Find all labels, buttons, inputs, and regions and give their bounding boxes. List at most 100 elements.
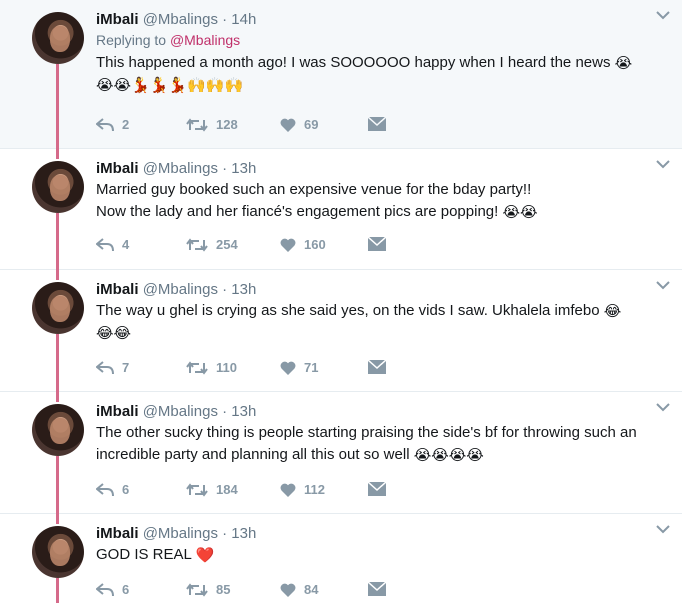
tweet-content: iMbali @Mbalings · 13h The way u ghel is… (96, 280, 662, 344)
display-name[interactable]: iMbali (96, 281, 139, 298)
tweet[interactable]: iMbali @Mbalings · 14h Replying to @Mbal… (0, 0, 682, 149)
reply-button[interactable]: 6 (96, 582, 129, 597)
timestamp[interactable]: 13h (231, 281, 256, 298)
like-button[interactable]: 84 (280, 582, 318, 597)
tweet-text: This happened a month ago! I was SOOOOOO… (96, 52, 666, 96)
emoji: 😭😭 (502, 204, 538, 221)
user-handle[interactable]: @Mbalings (143, 403, 218, 420)
tweet-header: iMbali @Mbalings · 13h (96, 402, 662, 422)
retweet-icon (186, 117, 208, 132)
tweet-content: iMbali @Mbalings · 13h GOD IS REAL ❤️ (96, 524, 662, 566)
reply-count: 2 (122, 117, 130, 132)
avatar[interactable] (32, 526, 84, 578)
like-button[interactable]: 160 (280, 237, 326, 252)
tweet-text-line: The way u ghel is crying as she said yes… (96, 302, 600, 319)
like-button[interactable]: 69 (280, 117, 318, 132)
thread-line (56, 392, 59, 402)
separator-dot: · (222, 11, 228, 28)
thread-line (56, 578, 59, 603)
tweet[interactable]: iMbali @Mbalings · 13h GOD IS REAL ❤️ 6 … (0, 514, 682, 603)
direct-message-button[interactable] (368, 237, 386, 251)
heart-icon (280, 238, 296, 252)
reply-count: 6 (122, 482, 130, 497)
direct-message-button[interactable] (368, 117, 386, 131)
tweet[interactable]: iMbali @Mbalings · 13h The way u ghel is… (0, 270, 682, 392)
retweet-icon (186, 360, 208, 375)
heart-icon (280, 583, 296, 597)
reply-icon (96, 237, 114, 251)
like-button[interactable]: 112 (280, 482, 325, 497)
replying-to: Replying to @Mbalings (96, 32, 662, 48)
reply-count: 6 (122, 582, 130, 597)
tweet-text-line: incredible party and planning all this o… (96, 446, 410, 463)
retweet-button[interactable]: 85 (186, 582, 230, 597)
separator-dot: · (222, 525, 228, 542)
display-name[interactable]: iMbali (96, 525, 139, 542)
retweet-icon (186, 482, 208, 497)
user-handle[interactable]: @Mbalings (143, 525, 218, 542)
thread-line (56, 270, 59, 280)
direct-message-button[interactable] (368, 582, 386, 596)
thread-line (56, 456, 59, 514)
like-count: 84 (304, 582, 319, 597)
reply-button[interactable]: 6 (96, 482, 129, 497)
avatar[interactable] (32, 404, 84, 456)
like-count: 71 (304, 360, 319, 375)
direct-message-button[interactable] (368, 482, 386, 496)
envelope-icon (368, 117, 386, 131)
tweet-header: iMbali @Mbalings · 13h (96, 280, 662, 300)
display-name[interactable]: iMbali (96, 11, 139, 28)
tweet-content: iMbali @Mbalings · 13h Married guy booke… (96, 159, 662, 223)
reply-button[interactable]: 7 (96, 360, 129, 375)
envelope-icon (368, 360, 386, 374)
retweet-count: 184 (216, 482, 238, 497)
tweet-text-line: This happened a month ago! I was SOOOOOO… (96, 54, 611, 71)
emoji: 😭😭😭😭 (413, 447, 484, 464)
tweet[interactable]: iMbali @Mbalings · 13h The other sucky t… (0, 392, 682, 514)
heart-emoji: ❤️ (195, 547, 215, 564)
emoji: 😭😭💃💃💃🙌🙌🙌 (96, 77, 244, 94)
retweet-button[interactable]: 110 (186, 360, 237, 375)
user-handle[interactable]: @Mbalings (143, 11, 218, 28)
tweet-header: iMbali @Mbalings · 13h (96, 159, 662, 179)
tweet-header: iMbali @Mbalings · 13h (96, 524, 662, 544)
user-handle[interactable]: @Mbalings (143, 160, 218, 177)
tweet[interactable]: iMbali @Mbalings · 13h Married guy booke… (0, 149, 682, 270)
timestamp[interactable]: 14h (231, 11, 256, 28)
avatar[interactable] (32, 161, 84, 213)
replying-handle-link[interactable]: @Mbalings (170, 32, 240, 48)
avatar[interactable] (32, 12, 84, 64)
tweet-header: iMbali @Mbalings · 14h (96, 10, 662, 30)
separator-dot: · (222, 160, 228, 177)
envelope-icon (368, 582, 386, 596)
envelope-icon (368, 482, 386, 496)
emoji: 😭 (614, 55, 633, 72)
avatar[interactable] (32, 282, 84, 334)
separator-dot: · (222, 403, 228, 420)
thread-line (56, 334, 59, 392)
separator-dot: · (222, 281, 228, 298)
retweet-button[interactable]: 254 (186, 237, 238, 252)
timestamp[interactable]: 13h (231, 525, 256, 542)
thread-line (56, 514, 59, 524)
heart-icon (280, 361, 296, 375)
retweet-button[interactable]: 184 (186, 482, 238, 497)
reply-button[interactable]: 4 (96, 237, 129, 252)
retweet-count: 110 (216, 360, 237, 375)
timestamp[interactable]: 13h (231, 403, 256, 420)
like-button[interactable]: 71 (280, 360, 318, 375)
display-name[interactable]: iMbali (96, 403, 139, 420)
direct-message-button[interactable] (368, 360, 386, 374)
retweet-count: 85 (216, 582, 231, 597)
like-count: 112 (304, 482, 325, 497)
tweet-text-line: Now the lady and her fiancé's engagement… (96, 203, 499, 220)
timestamp[interactable]: 13h (231, 160, 256, 177)
user-handle[interactable]: @Mbalings (143, 281, 218, 298)
retweet-button[interactable]: 128 (186, 117, 238, 132)
reply-count: 7 (122, 360, 130, 375)
tweet-text: The way u ghel is crying as she said yes… (96, 300, 666, 344)
thread-line (56, 149, 59, 159)
display-name[interactable]: iMbali (96, 160, 139, 177)
retweet-icon (186, 237, 208, 252)
reply-button[interactable]: 2 (96, 117, 129, 132)
